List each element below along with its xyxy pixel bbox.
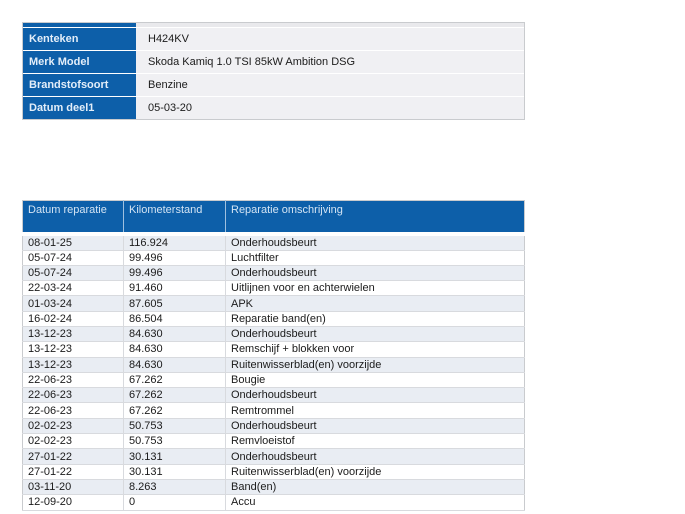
cell-kilometerstand: 50.753 [123, 433, 226, 450]
vehicle-info-row: Brandstofsoort Benzine [23, 74, 524, 96]
vehicle-info-label: Kenteken [23, 28, 136, 50]
top-sliver-gray-segment [136, 23, 524, 27]
cell-kilometerstand: 30.131 [123, 448, 226, 465]
cell-reparatie-omschrijving: Onderhoudsbeurt [225, 418, 525, 435]
cell-reparatie-omschrijving: Remvloeistof [225, 433, 525, 450]
cell-datum-reparatie: 02-02-23 [22, 433, 124, 450]
cell-kilometerstand: 87.605 [123, 295, 226, 312]
top-sliver-blue-segment [23, 23, 136, 27]
cell-reparatie-omschrijving: APK [225, 295, 525, 312]
table-row: 13-12-23 84.630 Onderhoudsbeurt [22, 326, 525, 343]
table-row: 03-11-20 8.263 Band(en) [22, 479, 525, 496]
table-row: 01-03-24 87.605 APK [22, 295, 525, 312]
cell-kilometerstand: 99.496 [123, 250, 226, 266]
cell-kilometerstand: 67.262 [123, 387, 226, 404]
cell-datum-reparatie: 05-07-24 [22, 250, 124, 266]
table-row: 08-01-25 116.924 Onderhoudsbeurt [22, 233, 525, 251]
cell-reparatie-omschrijving: Onderhoudsbeurt [225, 265, 525, 282]
cell-datum-reparatie: 27-01-22 [22, 464, 124, 480]
cell-reparatie-omschrijving: Onderhoudsbeurt [225, 448, 525, 465]
cell-reparatie-omschrijving: Ruitenwisserblad(en) voorzijde [225, 464, 525, 480]
vehicle-info-label: Datum deel1 [23, 97, 136, 119]
table-row: 05-07-24 99.496 Luchtfilter [22, 250, 525, 266]
vehicle-info-label: Merk Model [23, 51, 136, 73]
cell-datum-reparatie: 27-01-22 [22, 448, 124, 465]
cell-reparatie-omschrijving: Onderhoudsbeurt [225, 326, 525, 343]
cell-kilometerstand: 116.924 [123, 233, 226, 251]
cell-kilometerstand: 0 [123, 494, 226, 511]
cell-datum-reparatie: 05-07-24 [22, 265, 124, 282]
cell-kilometerstand: 8.263 [123, 479, 226, 496]
vehicle-info-label: Brandstofsoort [23, 74, 136, 96]
cell-datum-reparatie: 16-02-24 [22, 311, 124, 327]
cell-kilometerstand: 50.753 [123, 418, 226, 435]
cell-reparatie-omschrijving: Luchtfilter [225, 250, 525, 266]
cell-kilometerstand: 99.496 [123, 265, 226, 282]
vehicle-info-value: Benzine [136, 74, 524, 96]
cell-reparatie-omschrijving: Bougie [225, 372, 525, 389]
table-row: 05-07-24 99.496 Onderhoudsbeurt [22, 265, 525, 282]
cell-reparatie-omschrijving: Onderhoudsbeurt [225, 233, 525, 251]
table-row: 13-12-23 84.630 Remschijf + blokken voor [22, 341, 525, 358]
cell-reparatie-omschrijving: Remschijf + blokken voor [225, 341, 525, 358]
cell-kilometerstand: 84.630 [123, 326, 226, 343]
repair-history-body: 08-01-25 116.924 Onderhoudsbeurt 05-07-2… [22, 233, 525, 511]
table-row: 27-01-22 30.131 Ruitenwisserblad(en) voo… [22, 464, 525, 480]
header-row: Datum reparatie Kilometerstand Reparatie… [22, 200, 525, 236]
cell-kilometerstand: 84.630 [123, 357, 226, 373]
cell-datum-reparatie: 08-01-25 [22, 233, 124, 251]
column-header-reparatie-omschrijving: Reparatie omschrijving [225, 200, 525, 236]
cell-reparatie-omschrijving: Onderhoudsbeurt [225, 387, 525, 404]
cell-kilometerstand: 67.262 [123, 402, 226, 419]
vehicle-info-row: Datum deel1 05-03-20 [23, 97, 524, 119]
vehicle-info-value: H424KV [136, 28, 524, 50]
cell-reparatie-omschrijving: Reparatie band(en) [225, 311, 525, 327]
table-row: 12-09-20 0 Accu [22, 494, 525, 511]
table-row: 02-02-23 50.753 Remvloeistof [22, 433, 525, 450]
cell-datum-reparatie: 22-06-23 [22, 372, 124, 389]
cell-datum-reparatie: 13-12-23 [22, 341, 124, 358]
cell-datum-reparatie: 22-06-23 [22, 387, 124, 404]
cell-reparatie-omschrijving: Accu [225, 494, 525, 511]
table-row: 22-06-23 67.262 Bougie [22, 372, 525, 389]
cell-kilometerstand: 67.262 [123, 372, 226, 389]
table-row: 22-03-24 91.460 Uitlijnen voor en achter… [22, 280, 525, 297]
cell-kilometerstand: 91.460 [123, 280, 226, 297]
vehicle-info-row: Merk Model Skoda Kamiq 1.0 TSI 85kW Ambi… [23, 51, 524, 73]
column-header-kilometerstand: Kilometerstand [123, 200, 226, 236]
page-root: { "colors": { "accent_blue": "#0d5fa9", … [0, 0, 685, 514]
cell-datum-reparatie: 13-12-23 [22, 326, 124, 343]
cell-datum-reparatie: 01-03-24 [22, 295, 124, 312]
vehicle-info-value: 05-03-20 [136, 97, 524, 119]
cell-reparatie-omschrijving: Band(en) [225, 479, 525, 496]
cell-datum-reparatie: 12-09-20 [22, 494, 124, 511]
cell-datum-reparatie: 13-12-23 [22, 357, 124, 373]
table-row: 22-06-23 67.262 Remtrommel [22, 402, 525, 419]
cell-datum-reparatie: 22-06-23 [22, 402, 124, 419]
cell-kilometerstand: 30.131 [123, 464, 226, 480]
cell-kilometerstand: 84.630 [123, 341, 226, 358]
cell-datum-reparatie: 22-03-24 [22, 280, 124, 297]
cell-datum-reparatie: 02-02-23 [22, 418, 124, 435]
table-row: 27-01-22 30.131 Onderhoudsbeurt [22, 448, 525, 465]
cell-reparatie-omschrijving: Uitlijnen voor en achterwielen [225, 280, 525, 297]
repair-history-header: Datum reparatie Kilometerstand Reparatie… [22, 200, 525, 236]
table-row: 02-02-23 50.753 Onderhoudsbeurt [22, 418, 525, 435]
cell-kilometerstand: 86.504 [123, 311, 226, 327]
column-header-datum-reparatie: Datum reparatie [22, 200, 124, 236]
cell-reparatie-omschrijving: Ruitenwisserblad(en) voorzijde [225, 357, 525, 373]
cell-reparatie-omschrijving: Remtrommel [225, 402, 525, 419]
vehicle-info-table: Kenteken H424KV Merk Model Skoda Kamiq 1… [22, 22, 525, 120]
repair-history-table: Datum reparatie Kilometerstand Reparatie… [22, 200, 525, 511]
vehicle-info-row: Kenteken H424KV [23, 28, 524, 50]
cell-datum-reparatie: 03-11-20 [22, 479, 124, 496]
table-row: 16-02-24 86.504 Reparatie band(en) [22, 311, 525, 327]
vehicle-info-value: Skoda Kamiq 1.0 TSI 85kW Ambition DSG [136, 51, 524, 73]
table-row: 13-12-23 84.630 Ruitenwisserblad(en) voo… [22, 357, 525, 373]
vehicle-table-top-sliver [23, 23, 524, 27]
table-row: 22-06-23 67.262 Onderhoudsbeurt [22, 387, 525, 404]
